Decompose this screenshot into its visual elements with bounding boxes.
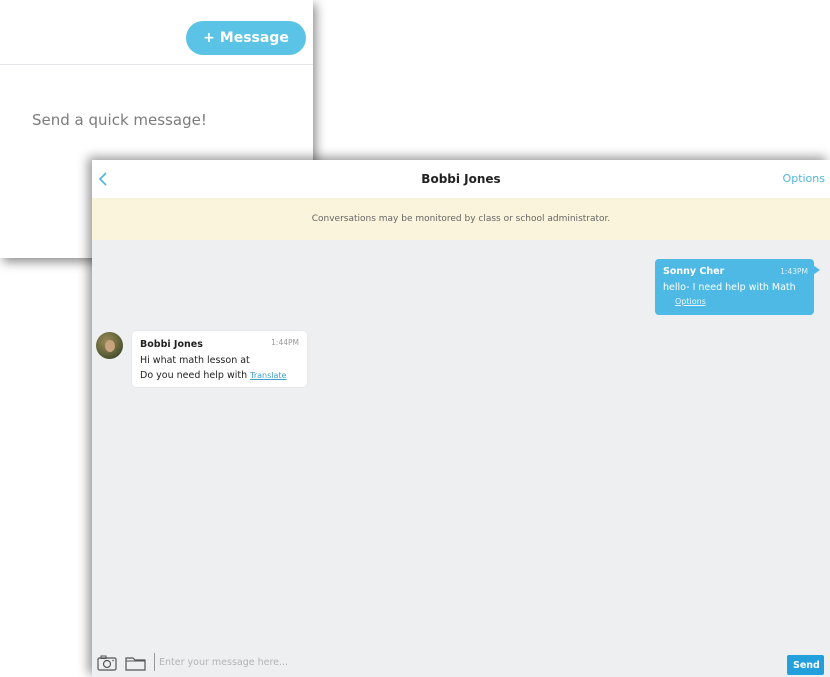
send-button[interactable]: Send — [787, 655, 824, 675]
message-input[interactable] — [154, 653, 783, 671]
message-sender: Bobbi Jones — [140, 339, 203, 350]
chat-title: Bobbi Jones — [421, 172, 501, 186]
composer-bar: Send — [92, 647, 830, 677]
message-text-line-2-text: Do you need help with — [140, 370, 248, 381]
message-text-line-1: Hi what math lesson at — [140, 355, 250, 366]
monitoring-notice: Conversations may be monitored by class … — [92, 198, 830, 240]
message-text-line-2: Do you need help with Translate — [140, 370, 286, 381]
camera-icon[interactable] — [97, 655, 117, 671]
incoming-message: Bobbi Jones 1:44PM Hi what math lesson a… — [132, 331, 307, 387]
message-sender: Sonny Cher — [663, 266, 725, 277]
panel-header: + Message — [0, 0, 313, 65]
message-time: 1:44PM — [271, 338, 299, 347]
translate-link[interactable]: Translate — [250, 371, 286, 380]
new-message-button[interactable]: + Message — [186, 21, 306, 55]
chat-options-link[interactable]: Options — [783, 160, 825, 198]
message-options-link[interactable]: Options — [675, 297, 706, 306]
empty-state-text: Send a quick message! — [32, 111, 207, 129]
folder-icon[interactable] — [125, 655, 146, 671]
chat-window: Bobbi Jones Options Conversations may be… — [92, 160, 830, 677]
message-time: 1:43PM — [780, 267, 808, 276]
avatar-face — [105, 340, 115, 352]
chat-header: Bobbi Jones Options — [92, 160, 830, 198]
bubble-tail — [813, 265, 820, 275]
outgoing-message: Sonny Cher 1:43PM hello- I need help wit… — [655, 259, 820, 315]
avatar — [96, 332, 123, 359]
message-text: hello- I need help with Math — [663, 282, 796, 293]
